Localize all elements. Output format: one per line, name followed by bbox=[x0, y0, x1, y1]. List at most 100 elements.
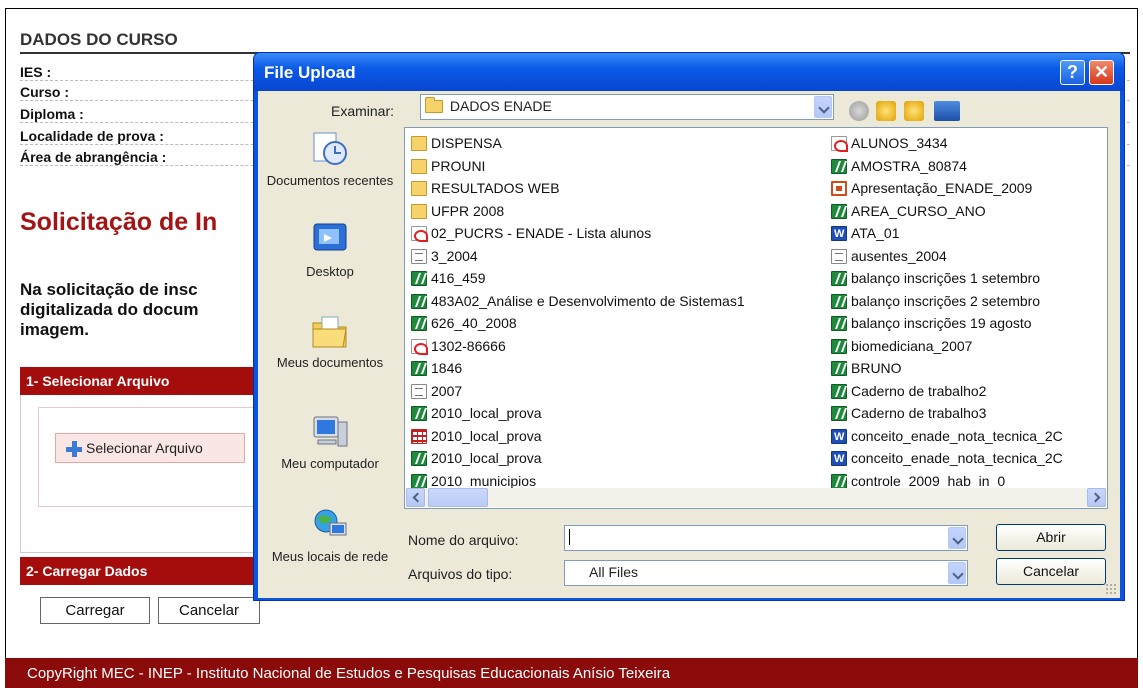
resize-grip[interactable] bbox=[1105, 583, 1117, 595]
chevron-down-icon[interactable] bbox=[948, 527, 966, 549]
horizontal-scrollbar[interactable] bbox=[406, 488, 1106, 507]
file-item[interactable]: Caderno de trabalho3 bbox=[829, 402, 1107, 425]
view-menu-icon[interactable] bbox=[934, 101, 960, 121]
file-item[interactable]: Apresentação_ENADE_2009 bbox=[829, 177, 1107, 200]
file-name: DISPENSA bbox=[431, 135, 502, 151]
file-item[interactable]: DISPENSA bbox=[409, 132, 819, 155]
file-item[interactable]: BRUNO bbox=[829, 357, 1107, 380]
file-name: 416_459 bbox=[431, 270, 486, 286]
filetype-select[interactable]: All Files bbox=[564, 560, 968, 586]
file-name: PROUNI bbox=[431, 157, 486, 174]
doc-file-icon bbox=[831, 426, 847, 448]
file-item[interactable]: balanço inscrições 2 setembro bbox=[829, 290, 1107, 313]
file-item[interactable]: 3_2004 bbox=[409, 245, 819, 268]
new-folder-icon[interactable] bbox=[904, 101, 924, 121]
scroll-right-icon[interactable] bbox=[1087, 488, 1106, 507]
folder-file-icon bbox=[411, 181, 427, 196]
file-item[interactable]: 2010_local_prova bbox=[409, 447, 819, 470]
file-item[interactable]: 2010_local_prova bbox=[409, 425, 819, 448]
help-button[interactable]: ? bbox=[1060, 60, 1085, 85]
file-item[interactable]: 1846 bbox=[409, 357, 819, 380]
file-item[interactable]: Caderno de trabalho2 bbox=[829, 380, 1107, 403]
file-item[interactable]: ALUNOS_3434 bbox=[829, 132, 1107, 155]
open-button[interactable]: Abrir bbox=[996, 524, 1106, 551]
place-label: Meus documentos bbox=[276, 355, 384, 370]
file-name: ATA_01 bbox=[851, 225, 900, 241]
file-item[interactable]: AREA_CURSO_ANO bbox=[829, 200, 1107, 223]
chevron-down-icon[interactable] bbox=[814, 96, 832, 118]
cancel-button[interactable]: Cancelar bbox=[996, 558, 1106, 585]
file-item[interactable]: 416_459 bbox=[409, 267, 819, 290]
place-my-computer[interactable]: Meu computador bbox=[266, 414, 394, 471]
xls-file-icon bbox=[831, 406, 847, 421]
cancel-page-button[interactable]: Cancelar bbox=[158, 597, 260, 624]
my-computer-icon bbox=[313, 416, 348, 447]
xls-file-icon bbox=[411, 316, 427, 331]
file-item[interactable]: conceito_enade_nota_tecnica_2C bbox=[829, 447, 1107, 470]
file-item[interactable]: biomediciana_2007 bbox=[829, 335, 1107, 358]
file-item[interactable]: 1302-86666 bbox=[409, 335, 819, 358]
file-name: balanço inscrições 19 agosto bbox=[851, 315, 1032, 331]
section-title: DADOS DO CURSO bbox=[20, 30, 178, 49]
file-item[interactable]: UFPR 2008 bbox=[409, 200, 819, 223]
close-button[interactable]: ✕ bbox=[1089, 60, 1114, 85]
filetype-label: Arquivos do tipo: bbox=[408, 566, 513, 582]
file-item[interactable]: 626_40_2008 bbox=[409, 312, 819, 335]
xls-file-icon bbox=[831, 473, 847, 489]
file-item[interactable]: PROUNI bbox=[409, 155, 819, 178]
file-name: balanço inscrições 2 setembro bbox=[851, 292, 1041, 309]
file-name: balanço inscrições 1 setembro bbox=[851, 270, 1041, 286]
ppt-file-icon bbox=[831, 181, 847, 196]
scroll-left-icon[interactable] bbox=[406, 488, 425, 507]
txt-file-icon bbox=[831, 248, 847, 264]
scroll-thumb[interactable] bbox=[428, 488, 488, 507]
file-name: 02_PUCRS - ENADE - Lista alunos bbox=[431, 225, 652, 241]
folder-file-icon bbox=[411, 203, 427, 219]
place-my-documents[interactable]: Meus documentos bbox=[266, 313, 394, 370]
load-button[interactable]: Carregar bbox=[40, 597, 150, 624]
place-network[interactable]: Meus locais de rede bbox=[266, 507, 394, 564]
dialog-titlebar[interactable]: File Upload ? ✕ bbox=[254, 53, 1124, 91]
select-file-button[interactable]: Selecionar Arquivo bbox=[55, 433, 245, 463]
xls-file-icon bbox=[831, 383, 847, 399]
xls-file-icon bbox=[831, 271, 847, 286]
file-item[interactable]: 483A02_Análise e Desenvolvimento de Sist… bbox=[409, 290, 819, 313]
file-item[interactable]: balanço inscrições 19 agosto bbox=[829, 312, 1107, 335]
xls-file-icon bbox=[831, 203, 847, 219]
look-in-select[interactable]: DADOS ENADE bbox=[420, 94, 834, 120]
file-item[interactable]: ausentes_2004 bbox=[829, 245, 1107, 268]
file-item[interactable]: 2007 bbox=[409, 380, 819, 403]
select-file-label: Selecionar Arquivo bbox=[86, 440, 203, 456]
file-item[interactable]: 02_PUCRS - ENADE - Lista alunos bbox=[409, 222, 819, 245]
file-name: Caderno de trabalho2 bbox=[851, 382, 987, 399]
file-name: 3_2004 bbox=[431, 247, 478, 264]
file-name: UFPR 2008 bbox=[431, 202, 505, 219]
place-recent-documents[interactable]: Documentos recentes bbox=[266, 131, 394, 188]
place-desktop[interactable]: Desktop bbox=[266, 222, 394, 279]
network-places-icon bbox=[314, 509, 347, 536]
pdf-file-icon bbox=[411, 338, 428, 355]
file-list[interactable]: DISPENSA PROUNI RESULTADOS WEB UFPR 2008 02_… bbox=[404, 127, 1108, 509]
my-documents-icon bbox=[312, 316, 347, 348]
upload-area: Selecionar Arquivo bbox=[38, 407, 261, 507]
look-in-value: DADOS ENADE bbox=[449, 98, 552, 114]
up-folder-icon[interactable] bbox=[876, 101, 896, 121]
file-item[interactable]: 2010_local_prova bbox=[409, 402, 819, 425]
xls-file-icon bbox=[411, 293, 427, 309]
xls-file-icon bbox=[411, 271, 427, 286]
file-item[interactable]: conceito_enade_nota_tecnica_2C bbox=[829, 425, 1107, 448]
file-name: AMOSTRA_80874 bbox=[851, 157, 967, 174]
xls-file-icon bbox=[411, 406, 427, 421]
file-column-2: ALUNOS_3434 AMOSTRA_80874 Apresentação_ENA… bbox=[829, 132, 1107, 492]
file-item[interactable]: balanço inscrições 1 setembro bbox=[829, 267, 1107, 290]
filename-input[interactable] bbox=[564, 525, 968, 551]
chevron-down-icon[interactable] bbox=[948, 562, 966, 584]
place-label: Meus locais de rede bbox=[271, 549, 389, 564]
xls-file-icon bbox=[831, 316, 847, 331]
file-item[interactable]: AMOSTRA_80874 bbox=[829, 155, 1107, 178]
xls-file-icon bbox=[831, 293, 847, 309]
file-item[interactable]: ATA_01 bbox=[829, 222, 1107, 245]
file-item[interactable]: RESULTADOS WEB bbox=[409, 177, 819, 200]
back-icon[interactable] bbox=[849, 101, 869, 121]
file-name: ausentes_2004 bbox=[851, 247, 947, 264]
